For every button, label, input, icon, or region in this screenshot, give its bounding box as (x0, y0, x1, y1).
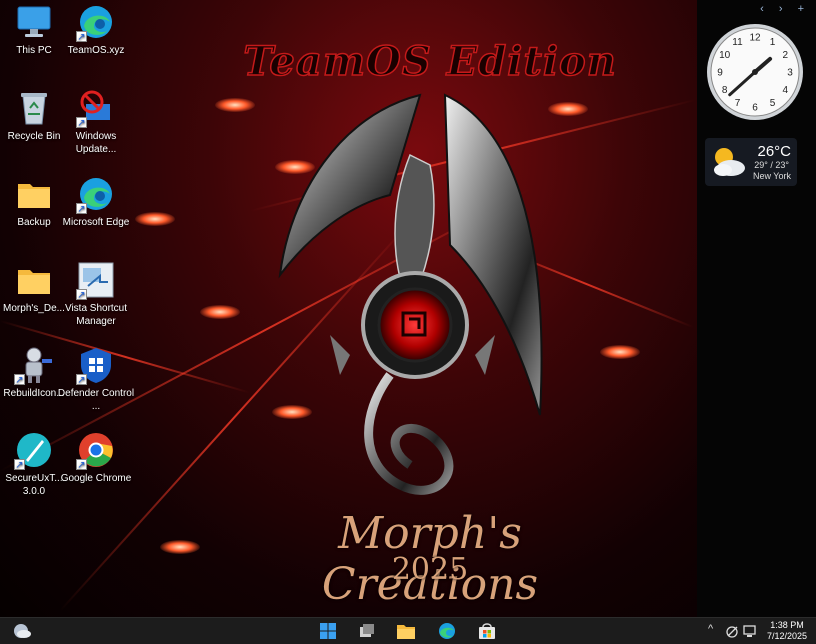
clock-number: 5 (770, 98, 776, 109)
clock-number: 2 (783, 50, 789, 61)
taskbar: ^ 1:38 PM 7/12/2025 (0, 617, 816, 644)
desktop-icon-label: Windows Update... (75, 131, 117, 155)
weather-widget-icon[interactable] (12, 622, 32, 640)
desktop-icon-google-chrome[interactable]: ↗ Google Chrome (56, 430, 136, 485)
wallpaper-glow (160, 540, 200, 554)
desktop-icon-microsoft-edge[interactable]: ↗ Microsoft Edge (56, 174, 136, 229)
clock-number: 4 (783, 85, 789, 96)
wallpaper-glow (215, 98, 255, 112)
partly-cloudy-icon (714, 148, 745, 176)
wallpaper-title: TeamOS Edition (242, 37, 617, 86)
desktop-icon-label: TeamOS.xyz (67, 45, 125, 56)
edge-icon: ↗ (76, 2, 116, 43)
shortcut-arrow-icon: ↗ (76, 289, 87, 301)
shortcut-arrow-icon: ↗ (14, 459, 25, 471)
folder-icon (14, 174, 54, 214)
taskbar-clock[interactable]: 1:38 PM 7/12/2025 (760, 620, 814, 642)
network-icon[interactable] (726, 622, 740, 640)
desktop-icon-windows-update[interactable]: ↗ Windows Update... (56, 88, 136, 156)
windows-update-icon: ↗ (76, 88, 116, 129)
desktop-icon-label: Defender Control ... (57, 388, 135, 412)
tray-date: 7/12/2025 (766, 631, 808, 641)
clock-number: 8 (722, 85, 728, 96)
wallpaper-glow (135, 212, 175, 226)
task-view-icon[interactable] (357, 622, 377, 640)
secureux-icon: ↗ (14, 430, 54, 471)
desktop-icon-defender-control[interactable]: ↗ Defender Control ... (56, 345, 136, 413)
defender-shield-icon: ↗ (76, 345, 116, 386)
folder-icon (14, 260, 54, 300)
gadget-sidebar: ‹ › + 12 1 2 3 4 5 6 7 8 9 10 11 26°C 29° / 23° New… (697, 0, 816, 617)
start-icon[interactable] (318, 622, 338, 640)
tray-overflow-button[interactable]: ^ (708, 623, 713, 635)
file-explorer-icon[interactable] (396, 622, 416, 640)
shortcut-arrow-icon: ↗ (76, 117, 87, 129)
dragon-artwork (278, 93, 543, 495)
wallpaper-year: 2025 (391, 552, 469, 587)
chrome-icon: ↗ (76, 430, 116, 471)
clock-number: 7 (735, 98, 741, 109)
store-icon[interactable] (477, 622, 497, 640)
weather-range: 29° / 23° (754, 160, 789, 170)
shortcut-arrow-icon: ↗ (76, 31, 87, 43)
desktop-wallpaper: TeamOS Edition Morph's Creations 2025 Th… (0, 0, 697, 617)
clock-number: 11 (732, 37, 743, 48)
tray-time: 1:38 PM (770, 620, 804, 630)
desktop-icon-label: Microsoft Edge (62, 217, 130, 228)
shortcut-arrow-icon: ↗ (76, 203, 87, 215)
edge-icon: ↗ (76, 174, 116, 215)
edge-icon[interactable] (437, 622, 457, 640)
recycle-bin-icon (14, 88, 54, 128)
desktop-icon-teamos[interactable]: ↗ TeamOS.xyz (56, 2, 136, 57)
shortcut-arrow-icon: ↗ (76, 374, 87, 386)
clock-number: 6 (752, 103, 758, 114)
clock-number: 10 (719, 50, 731, 61)
shortcut-arrow-icon: ↗ (14, 374, 25, 386)
shortcut-arrow-icon: ↗ (76, 459, 87, 471)
weather-temperature: 26°C (757, 143, 791, 160)
clock-number: 1 (770, 37, 776, 48)
clock-gadget[interactable]: 12 1234567891011 (705, 22, 805, 122)
desktop-icon-label: Vista Shortcut Manager (64, 303, 128, 327)
display-icon[interactable] (742, 622, 758, 640)
robot-icon: ↗ (14, 345, 54, 386)
weather-city: New York (752, 171, 791, 181)
wallpaper-glow (200, 305, 240, 319)
sidebar-controls[interactable]: ‹ › + (760, 3, 810, 15)
wallpaper-glow (600, 345, 640, 359)
weather-gadget[interactable]: 26°C 29° / 23° New York (705, 138, 797, 186)
desktop-icon-vista-shortcut-manager[interactable]: ↗ Vista Shortcut Manager (56, 260, 136, 328)
clock-number: 3 (787, 68, 793, 79)
clock-number: 9 (717, 68, 723, 79)
clock-number: 12 (749, 33, 761, 44)
desktop-icon-label: Google Chrome (60, 473, 132, 484)
vista-shortcut-icon: ↗ (76, 260, 116, 301)
this-pc-icon (14, 2, 54, 42)
